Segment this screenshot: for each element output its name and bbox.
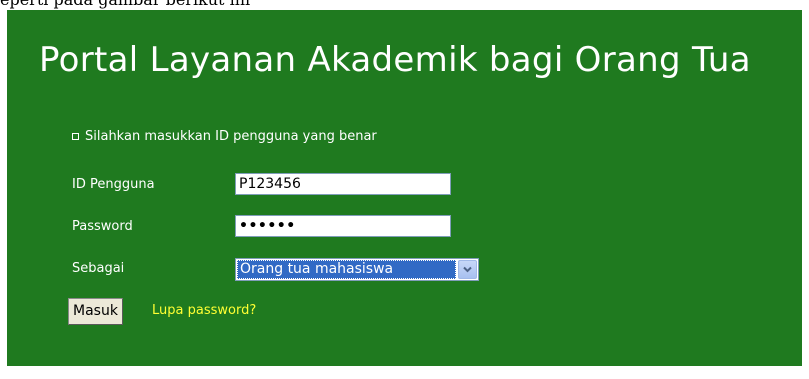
forgot-password-link[interactable]: Lupa password? — [152, 303, 256, 318]
user-id-field[interactable]: P123456 — [235, 173, 451, 195]
notice-message: Silahkan masukkan ID pengguna yang benar — [72, 129, 377, 144]
portal-title: Portal Layanan Akademik bagi Orang Tua — [39, 40, 751, 80]
role-select[interactable]: Orang tua mahasiswa — [235, 258, 479, 281]
chevron-down-icon[interactable] — [458, 260, 477, 279]
password-label: Password — [72, 219, 133, 234]
password-field[interactable]: •••••• — [235, 215, 451, 237]
login-panel: Portal Layanan Akademik bagi Orang Tua S… — [7, 10, 802, 366]
role-selected-value: Orang tua mahasiswa — [237, 260, 456, 279]
role-label: Sebagai — [72, 261, 125, 276]
document-caption: eperti pada gambar berikut ini — [0, 0, 250, 9]
square-bullet-icon — [72, 133, 79, 140]
user-id-label: ID Pengguna — [72, 177, 155, 192]
login-button[interactable]: Masuk — [68, 298, 123, 325]
notice-text: Silahkan masukkan ID pengguna yang benar — [85, 129, 377, 144]
